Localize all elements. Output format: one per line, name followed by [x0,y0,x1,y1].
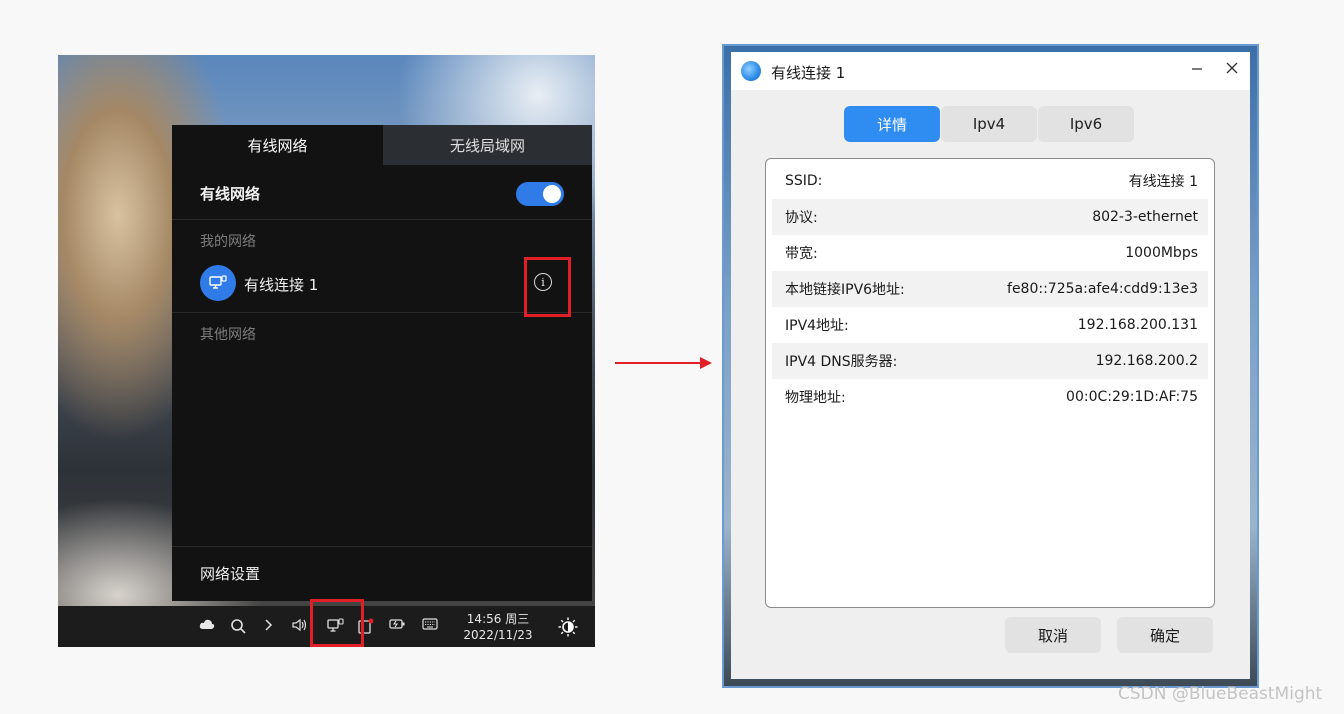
tab-ipv4[interactable]: Ipv4 [941,106,1037,142]
clock-time: 14:56 周三 [466,612,530,626]
network-app-icon [741,61,761,81]
detail-value: 有线连接 1 [1128,174,1198,190]
dialog-title: 有线连接 1 [771,64,846,82]
detail-value: 00:0C:29:1D:AF:75 [1066,389,1198,405]
detail-row-protocol: 协议: 802-3-ethernet [772,199,1208,235]
close-icon[interactable] [1225,60,1239,80]
search-icon[interactable] [230,618,246,638]
watermark: CSDN @BlueBeastMight [1118,684,1323,704]
tab-ipv6[interactable]: Ipv6 [1038,106,1134,142]
divider [172,546,592,547]
detail-key: IPV4 DNS服务器: [785,354,898,370]
network-panel: 有线网络 无线局域网 有线网络 我的网络 有线连接 1 i 其他网络 网络设置 [172,125,592,601]
connection-name[interactable]: 有线连接 1 [244,274,318,295]
volume-icon[interactable] [292,618,308,636]
tab-wireless-lan[interactable]: 无线局域网 [383,125,592,165]
cloud-icon[interactable] [199,618,215,634]
battery-icon[interactable] [389,618,405,634]
detail-row-ipv4-address: IPV4地址: 192.168.200.131 [772,307,1208,343]
theme-icon[interactable] [558,617,578,641]
arrow-line [615,362,703,364]
highlight-box-network-icon [310,599,364,647]
keyboard-icon[interactable] [422,618,438,634]
toggle-knob [543,185,561,203]
detail-key: IPV4地址: [785,318,849,334]
highlight-box-info [524,257,571,317]
detail-key: 物理地址: [785,390,846,406]
detail-key: 协议: [785,210,818,226]
network-tab-bar: 有线网络 无线局域网 [172,125,592,165]
dialog-screenshot: 有线连接 1 详情 Ipv4 Ipv6 SSID: 有线连接 1 协议: 802… [724,46,1257,686]
detail-key: 带宽: [785,246,818,262]
detail-row-ssid: SSID: 有线连接 1 [772,163,1208,199]
minimize-icon[interactable] [1191,60,1203,80]
detail-row-mac-address: 物理地址: 00:0C:29:1D:AF:75 [772,379,1208,415]
dialog-titlebar: 有线连接 1 [731,52,1250,90]
other-networks-label: 其他网络 [200,327,256,343]
ok-button[interactable]: 确定 [1117,617,1213,653]
tab-details[interactable]: 详情 [844,106,940,142]
tab-wired-network[interactable]: 有线网络 [172,125,383,165]
details-list: SSID: 有线连接 1 协议: 802-3-ethernet 带宽: 1000… [765,158,1215,608]
detail-value: 802-3-ethernet [1092,209,1198,225]
detail-value: 1000Mbps [1125,245,1198,261]
detail-key: 本地链接IPV6地址: [785,282,905,298]
wired-network-label: 有线网络 [200,185,261,203]
detail-row-ipv6-link-local: 本地链接IPV6地址: fe80::725a:afe4:cdd9:13e3 [772,271,1208,307]
detail-key: SSID: [785,173,823,189]
detail-value: 192.168.200.2 [1095,353,1198,369]
detail-value: fe80::725a:afe4:cdd9:13e3 [1007,281,1198,297]
wired-network-toggle[interactable] [516,182,564,206]
my-networks-label: 我的网络 [200,234,256,250]
detail-row-ipv4-dns: IPV4 DNS服务器: 192.168.200.2 [772,343,1208,379]
taskbar-clock[interactable]: 14:56 周三 2022/11/23 [458,611,538,643]
connection-details-dialog: 有线连接 1 详情 Ipv4 Ipv6 SSID: 有线连接 1 协议: 802… [731,52,1250,679]
clock-date: 2022/11/23 [463,628,533,642]
detail-row-bandwidth: 带宽: 1000Mbps [772,235,1208,271]
network-settings-link[interactable]: 网络设置 [200,563,260,584]
chevron-right-icon[interactable] [263,618,273,636]
detail-value: 192.168.200.131 [1077,317,1198,333]
wired-connection-icon [200,265,236,301]
arrow-head [700,357,712,369]
divider [172,219,592,220]
cancel-button[interactable]: 取消 [1005,617,1101,653]
desktop-screenshot: 有线网络 无线局域网 有线网络 我的网络 有线连接 1 i 其他网络 网络设置 [58,55,595,647]
